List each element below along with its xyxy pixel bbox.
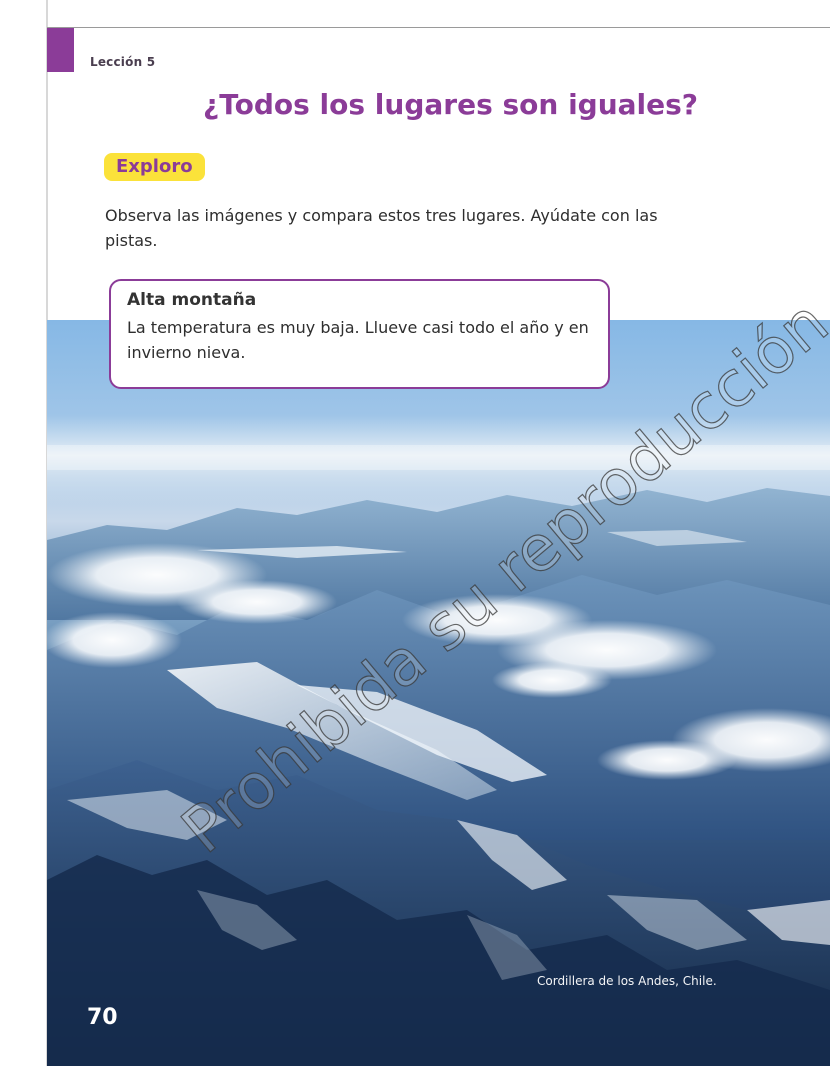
- lesson-label: Lección 5: [90, 55, 156, 69]
- textbook-page: Lección 5 ¿Todos los lugares son iguales…: [0, 0, 830, 1066]
- mountain-photo: [47, 320, 830, 1066]
- instructions-text: Observa las imágenes y compara estos tre…: [105, 206, 658, 250]
- lesson-tab-marker: [47, 28, 74, 72]
- top-border: [47, 27, 830, 28]
- page-number: 70: [87, 1005, 118, 1030]
- clue-title: Alta montaña: [127, 290, 257, 310]
- section-badge: Exploro: [104, 153, 205, 181]
- left-gutter: [0, 0, 47, 1066]
- mountain-illustration: [47, 415, 830, 1066]
- page-title: ¿Todos los lugares son iguales?: [203, 88, 699, 121]
- clue-text: La temperatura es muy baja. Llueve casi …: [127, 318, 589, 362]
- photo-caption: Cordillera de los Andes, Chile.: [537, 974, 717, 988]
- clue-card: Alta montaña La temperatura es muy baja.…: [109, 279, 610, 389]
